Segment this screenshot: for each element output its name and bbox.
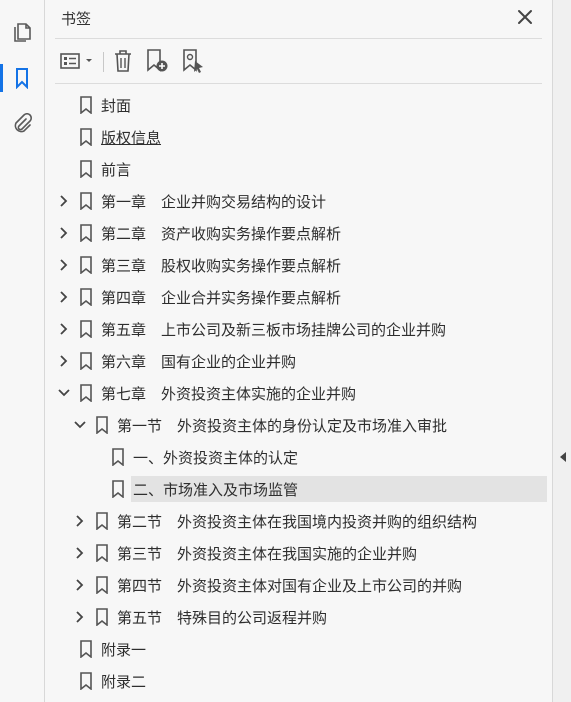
bookmark-label: 二、市场准入及市场监管 — [133, 481, 299, 499]
bookmark-icon — [79, 224, 93, 243]
bookmark-row[interactable]: 第四节 外资投资主体对国有企业及上市公司的并购 — [45, 570, 552, 600]
toolbar-divider — [55, 83, 542, 84]
bookmark-label: 第七章 外资投资主体实施的企业并购 — [101, 385, 357, 403]
bookmarks-panel: 书签 封面 版权信息 前言 第一章 企业并购交易结构的设计 第二章 资产收购实务… — [45, 0, 552, 702]
bookmark-row[interactable]: 第一章 企业并购交易结构的设计 — [45, 186, 552, 216]
bookmark-label: 附录二 — [101, 673, 147, 691]
bookmark-label: 第五章 上市公司及新三板市场挂牌公司的企业并购 — [101, 321, 447, 339]
bookmark-row[interactable]: 前言 — [45, 154, 552, 184]
chevron-right-icon[interactable] — [73, 577, 87, 591]
new-bookmark-icon[interactable] — [144, 48, 170, 74]
collapse-arrow-icon[interactable] — [559, 448, 567, 462]
chevron-right-icon[interactable] — [57, 321, 71, 335]
bookmark-row[interactable]: 第二节 外资投资主体在我国境内投资并购的组织结构 — [45, 506, 552, 536]
bookmark-icon — [95, 608, 109, 627]
right-panel-strip — [552, 0, 571, 702]
bookmark-toolbar — [45, 44, 552, 80]
bookmark-row[interactable]: 附录一 — [45, 634, 552, 664]
bookmark-icon — [79, 384, 93, 403]
bookmark-label: 第三节 外资投资主体在我国实施的企业并购 — [117, 545, 418, 563]
bookmark-row[interactable]: 一、外资投资主体的认定 — [45, 442, 552, 472]
bookmark-label: 第六章 国有企业的企业并购 — [101, 353, 297, 371]
bookmark-label: 第二节 外资投资主体在我国境内投资并购的组织结构 — [117, 513, 478, 531]
close-icon[interactable] — [516, 8, 534, 26]
bookmark-icon — [95, 544, 109, 563]
bookmark-icon — [79, 640, 93, 659]
bookmark-label: 封面 — [101, 97, 132, 115]
bookmark-icon — [79, 128, 93, 147]
bookmark-label: 附录一 — [101, 641, 147, 659]
bookmark-label: 第三章 股权收购实务操作要点解析 — [101, 257, 342, 275]
bookmark-label: 第一章 企业并购交易结构的设计 — [101, 193, 327, 211]
panel-title: 书签 — [61, 10, 92, 28]
chevron-right-icon[interactable] — [57, 225, 71, 239]
bookmark-icon — [95, 512, 109, 531]
chevron-right-icon[interactable] — [57, 257, 71, 271]
bookmark-icon — [95, 576, 109, 595]
bookmark-label: 第四章 企业合并实务操作要点解析 — [101, 289, 342, 307]
chevron-right-icon[interactable] — [57, 289, 71, 303]
bookmark-row[interactable]: 第六章 国有企业的企业并购 — [45, 346, 552, 376]
bookmark-label: 第四节 外资投资主体对国有企业及上市公司的并购 — [117, 577, 463, 595]
chevron-right-icon[interactable] — [57, 193, 71, 207]
bookmark-icon — [79, 288, 93, 307]
attachment-icon[interactable] — [8, 110, 36, 138]
chevron-right-icon[interactable] — [57, 353, 71, 367]
bookmark-row[interactable]: 第一节 外资投资主体的身份认定及市场准入审批 — [45, 410, 552, 440]
bookmark-icon — [111, 480, 125, 499]
bookmark-icon — [79, 256, 93, 275]
bookmark-row[interactable]: 第七章 外资投资主体实施的企业并购 — [45, 378, 552, 408]
bookmark-icon[interactable] — [0, 64, 36, 92]
bookmark-icon — [79, 160, 93, 179]
bookmark-label: 一、外资投资主体的认定 — [133, 449, 299, 467]
chevron-down-icon[interactable] — [73, 417, 87, 431]
bookmark-icon — [79, 96, 93, 115]
panel-header: 书签 — [45, 0, 552, 38]
delete-icon[interactable] — [111, 48, 135, 74]
options-menu-icon[interactable] — [59, 48, 97, 74]
chevron-down-icon[interactable] — [57, 385, 71, 399]
bookmark-icon — [79, 192, 93, 211]
chevron-right-icon[interactable] — [73, 545, 87, 559]
left-nav-rail — [0, 0, 45, 702]
bookmark-label: 版权信息 — [101, 129, 162, 147]
bookmark-icon — [79, 320, 93, 339]
bookmark-row[interactable]: 二、市场准入及市场监管 — [45, 474, 552, 504]
bookmark-row[interactable]: 封面 — [45, 90, 552, 120]
bookmark-row[interactable]: 第五节 特殊目的公司返程并购 — [45, 602, 552, 632]
bookmark-icon — [95, 416, 109, 435]
bookmark-row[interactable]: 第五章 上市公司及新三板市场挂牌公司的企业并购 — [45, 314, 552, 344]
header-divider — [55, 38, 542, 39]
pages-icon[interactable] — [8, 18, 36, 46]
new-bookmark-from-structure-icon[interactable] — [180, 48, 206, 74]
chevron-right-icon[interactable] — [73, 609, 87, 623]
bookmark-row[interactable]: 第二章 资产收购实务操作要点解析 — [45, 218, 552, 248]
bookmark-label: 第二章 资产收购实务操作要点解析 — [101, 225, 342, 243]
toolbar-separator — [103, 52, 104, 72]
bookmark-row[interactable]: 第四章 企业合并实务操作要点解析 — [45, 282, 552, 312]
chevron-right-icon[interactable] — [73, 513, 87, 527]
bookmark-row[interactable]: 第三节 外资投资主体在我国实施的企业并购 — [45, 538, 552, 568]
bookmark-label: 第五节 特殊目的公司返程并购 — [117, 609, 328, 627]
bookmark-row[interactable]: 附录二 — [45, 666, 552, 696]
bookmark-icon — [79, 352, 93, 371]
bookmark-icon — [79, 672, 93, 691]
bookmark-label: 第一节 外资投资主体的身份认定及市场准入审批 — [117, 417, 448, 435]
bookmark-row[interactable]: 版权信息 — [45, 122, 552, 152]
bookmark-label: 前言 — [101, 161, 132, 179]
bookmark-row[interactable]: 第三章 股权收购实务操作要点解析 — [45, 250, 552, 280]
bookmark-icon — [111, 448, 125, 467]
